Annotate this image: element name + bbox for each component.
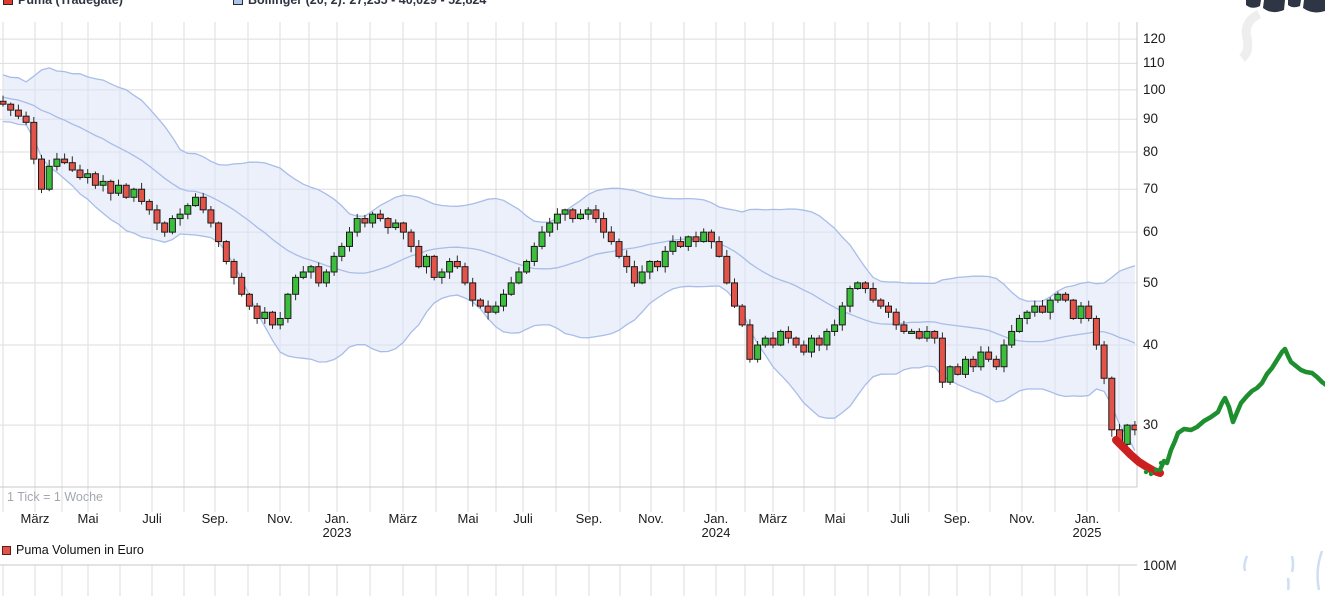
bollinger-label: Bollinger (20, 2): 27,235 - 40,029 - 52,… — [248, 0, 486, 7]
y-axis-label: 100 — [1143, 82, 1166, 97]
x-axis-label: Jan. — [1055, 511, 1119, 526]
bollinger-swatch-icon — [233, 0, 243, 5]
x-axis-label: Mai — [803, 511, 867, 526]
x-axis-label: Nov. — [248, 511, 312, 526]
volume-legend[interactable]: Puma Volumen in Euro — [2, 543, 144, 557]
corner-cutoff-shape — [1288, 0, 1301, 7]
chart-window: Puma (Tradegate) Bollinger (20, 2): 27,2… — [0, 0, 1325, 596]
y-axis-label: 30 — [1143, 417, 1158, 432]
legend-price-series[interactable]: Puma (Tradegate) — [3, 0, 123, 7]
y-axis-label: 90 — [1143, 111, 1158, 126]
y-axis-label: 120 — [1143, 31, 1166, 46]
x-axis-label: März — [371, 511, 435, 526]
y-axis-label: 70 — [1143, 181, 1158, 196]
x-axis-label: Sep. — [557, 511, 621, 526]
x-axis-label: Nov. — [619, 511, 683, 526]
volume-swatch-icon — [2, 546, 11, 555]
x-axis-label: Jan. — [305, 511, 369, 526]
y-axis-label: 40 — [1143, 337, 1158, 352]
x-axis-label: Sep. — [925, 511, 989, 526]
y-axis-label: 50 — [1143, 275, 1158, 290]
x-axis-label: Juli — [491, 511, 555, 526]
red-decline-annotation — [1116, 440, 1160, 473]
corner-cutoff-shape — [1303, 0, 1325, 12]
legend-bollinger[interactable]: Bollinger (20, 2): 27,235 - 40,029 - 52,… — [233, 0, 486, 7]
x-axis-label: März — [741, 511, 805, 526]
corner-cutoff-shape — [1263, 0, 1285, 12]
price-series-swatch-icon — [3, 0, 13, 5]
y-axis-label: 110 — [1143, 55, 1165, 70]
green-recovery-annotation — [1160, 349, 1325, 470]
volume-legend-label: Puma Volumen in Euro — [16, 543, 144, 557]
x-axis-year-label: 2024 — [684, 525, 748, 540]
y-axis-label: 60 — [1143, 224, 1158, 239]
x-axis-label: Sep. — [183, 511, 247, 526]
x-axis-year-label: 2025 — [1055, 525, 1119, 540]
price-series-label: Puma (Tradegate) — [18, 0, 123, 7]
x-axis-label: Nov. — [990, 511, 1054, 526]
x-axis-label: Juli — [120, 511, 184, 526]
corner-cutoff-shape — [1246, 0, 1261, 8]
x-axis-label: Jan. — [684, 511, 748, 526]
x-axis-label: Juli — [868, 511, 932, 526]
volume-axis-label: 100M — [1143, 558, 1177, 573]
candlestick-chart-canvas[interactable] — [0, 0, 1325, 596]
x-axis-year-label: 2023 — [305, 525, 369, 540]
x-axis-label: Mai — [56, 511, 120, 526]
y-axis-label: 80 — [1143, 144, 1158, 159]
tick-interval-note: 1 Tick = 1 Woche — [7, 490, 103, 504]
